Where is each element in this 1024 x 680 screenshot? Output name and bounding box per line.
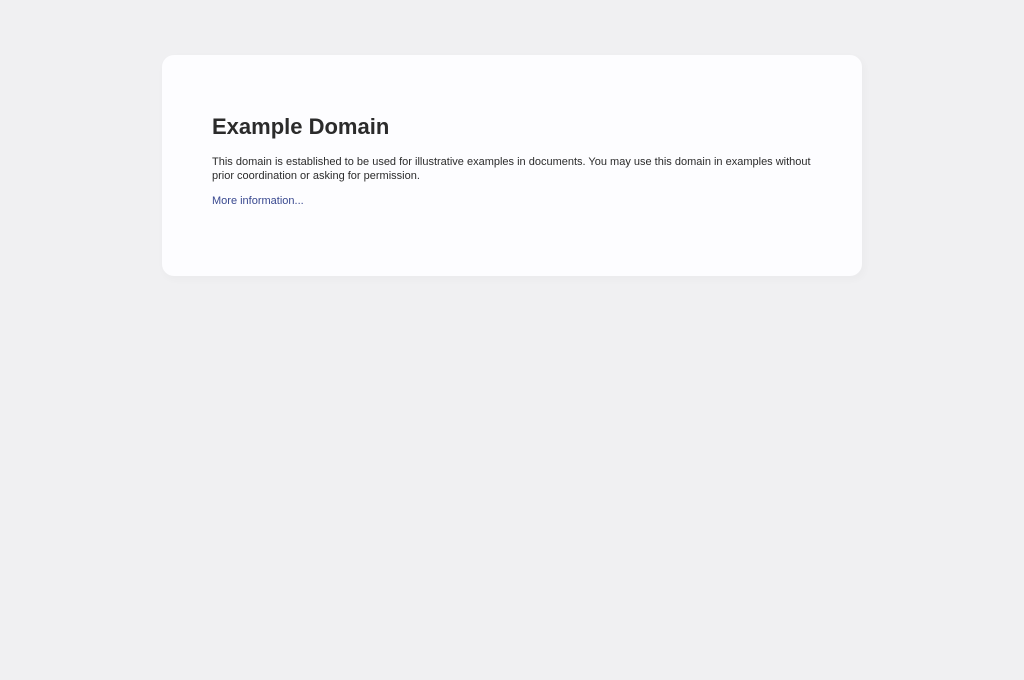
content-card: Example Domain This domain is establishe… bbox=[162, 55, 862, 276]
description-text: This domain is established to be used fo… bbox=[212, 156, 811, 183]
page-title: Example Domain bbox=[212, 114, 390, 139]
more-information-link[interactable]: More information... bbox=[212, 195, 304, 207]
more-info-paragraph: More information... bbox=[212, 194, 812, 208]
